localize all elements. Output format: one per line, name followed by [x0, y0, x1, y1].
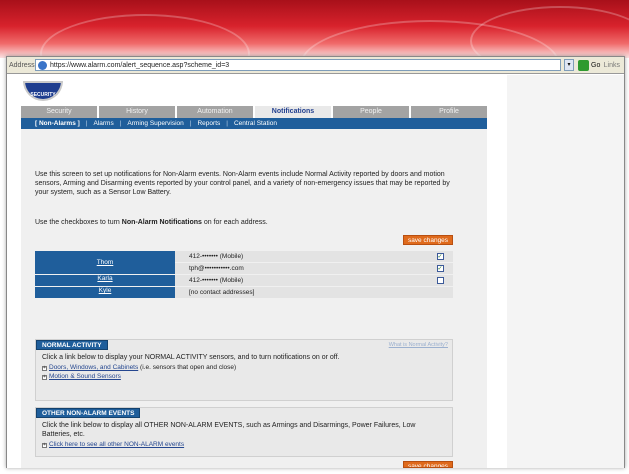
contact-name-thom[interactable]: Thom	[35, 251, 175, 274]
section-title: NORMAL ACTIVITY	[36, 340, 108, 350]
tab-people[interactable]: People	[333, 106, 409, 118]
intro-text: Use this screen to set up notifications …	[35, 171, 450, 196]
sub-navigation: [ Non-Alarms ] | Alarms | Arming Supervi…	[21, 118, 487, 129]
subnav-alarms[interactable]: Alarms	[93, 120, 113, 127]
go-label: Go	[591, 61, 601, 69]
address-value: 412-••••••• (Mobile)	[175, 275, 427, 286]
normal-activity-section: NORMAL ACTIVITY What is Normal Activity?…	[35, 339, 453, 401]
url-field[interactable]: https://www.alarm.com/alert_sequence.asp…	[35, 59, 561, 71]
other-events-link[interactable]: Click here to see all other NON-ALARM ev…	[49, 441, 184, 448]
contact-addresses: 412-••••••• (Mobile) ✓ tph@•••••••••••.c…	[175, 251, 453, 274]
address-bar: Address https://www.alarm.com/alert_sequ…	[7, 57, 624, 74]
notify-checkbox-unchecked[interactable]	[436, 277, 444, 284]
subnav-separator: |	[226, 120, 228, 127]
contact-row: Karla 412-••••••• (Mobile)	[35, 275, 453, 286]
subnav-separator: |	[85, 120, 88, 127]
other-events-section: OTHER NON-ALARM EVENTS Click the link be…	[35, 407, 453, 457]
link-suffix: (i.e. sensors that open and close)	[138, 364, 237, 371]
address-label: Address	[9, 61, 35, 69]
banner-swirl	[470, 6, 629, 58]
tab-security[interactable]: Security	[21, 106, 97, 118]
address-value: tph@•••••••••••.com	[175, 263, 427, 274]
subnav-separator: |	[119, 120, 122, 127]
page-content: SECURITY Security History Automation Not…	[7, 75, 507, 468]
doors-windows-link[interactable]: Doors, Windows, and Cabinets	[49, 364, 138, 371]
contact-row: Thom 412-••••••• (Mobile) ✓ tph@••••••••…	[35, 251, 453, 274]
tab-history[interactable]: History	[99, 106, 175, 118]
checkbox-cell	[427, 287, 453, 298]
tab-automation[interactable]: Automation	[177, 106, 253, 118]
instruction-text: Use the checkboxes to turn Non-Alarm Not…	[35, 219, 268, 226]
checkbox-cell	[427, 275, 453, 286]
address-row: 412-••••••• (Mobile) ✓	[175, 251, 453, 262]
expand-icon[interactable]: +	[42, 375, 47, 380]
address-value: 412-••••••• (Mobile)	[175, 251, 427, 262]
section-description: Click the link below to display all OTHE…	[42, 422, 416, 438]
section-title: OTHER NON-ALARM EVENTS	[36, 408, 141, 418]
main-tabs: Security History Automation Notification…	[21, 106, 487, 118]
normal-activity-help-link[interactable]: What is Normal Activity?	[389, 342, 448, 348]
right-scroll-area[interactable]	[507, 75, 624, 468]
save-changes-button-bottom[interactable]: save changes	[403, 461, 453, 468]
expand-icon[interactable]: +	[42, 366, 47, 371]
address-value: [no contact addresses]	[175, 287, 427, 298]
motion-sound-link[interactable]: Motion & Sound Sensors	[49, 373, 121, 380]
page-icon	[38, 60, 47, 70]
instruction-bold: Non-Alarm Notifications	[121, 219, 202, 226]
subnav-separator: |	[189, 120, 192, 127]
contact-name-karla[interactable]: Karla	[35, 275, 175, 286]
section-description: Click a link below to display your NORMA…	[42, 354, 340, 361]
top-banner	[0, 0, 629, 58]
go-arrow-icon	[578, 59, 589, 71]
save-changes-button-top[interactable]: save changes	[403, 235, 453, 245]
link-row: + Click here to see all other NON-ALARM e…	[36, 440, 452, 449]
go-button[interactable]: Go	[578, 59, 601, 71]
link-row: + Doors, Windows, and Cabinets (i.e. sens…	[36, 363, 452, 372]
tab-notifications[interactable]: Notifications	[255, 106, 331, 118]
instruction-prefix: Use the checkboxes to turn	[35, 219, 120, 226]
checkbox-cell: ✓	[427, 251, 453, 262]
contact-name-kyle[interactable]: Kyle	[35, 287, 175, 298]
banner-swirl	[40, 14, 250, 58]
company-logo[interactable]: SECURITY	[23, 81, 63, 101]
notify-checkbox-checked[interactable]: ✓	[436, 265, 444, 272]
links-button[interactable]: Links	[604, 62, 620, 69]
url-text: https://www.alarm.com/alert_sequence.asp…	[50, 61, 230, 69]
subnav-non-alarms[interactable]: [ Non-Alarms ]	[35, 120, 80, 127]
instruction-suffix: on for each address.	[203, 219, 268, 226]
subnav-reports[interactable]: Reports	[197, 120, 220, 127]
subnav-central-station[interactable]: Central Station	[234, 120, 277, 127]
contact-row: Kyle [no contact addresses]	[35, 287, 453, 298]
address-row: tph@•••••••••••.com ✓	[175, 263, 453, 274]
expand-icon[interactable]: +	[42, 443, 47, 448]
url-dropdown-icon[interactable]: ▾	[564, 59, 574, 71]
contacts-table: Thom 412-••••••• (Mobile) ✓ tph@••••••••…	[35, 251, 453, 299]
browser-window: Address https://www.alarm.com/alert_sequ…	[6, 56, 625, 468]
notify-checkbox-checked[interactable]: ✓	[436, 253, 444, 260]
link-row: + Motion & Sound Sensors	[36, 372, 452, 381]
checkbox-cell: ✓	[427, 263, 453, 274]
subnav-arming-supervision[interactable]: Arming Supervision	[127, 120, 183, 127]
tab-profile[interactable]: Profile	[411, 106, 487, 118]
